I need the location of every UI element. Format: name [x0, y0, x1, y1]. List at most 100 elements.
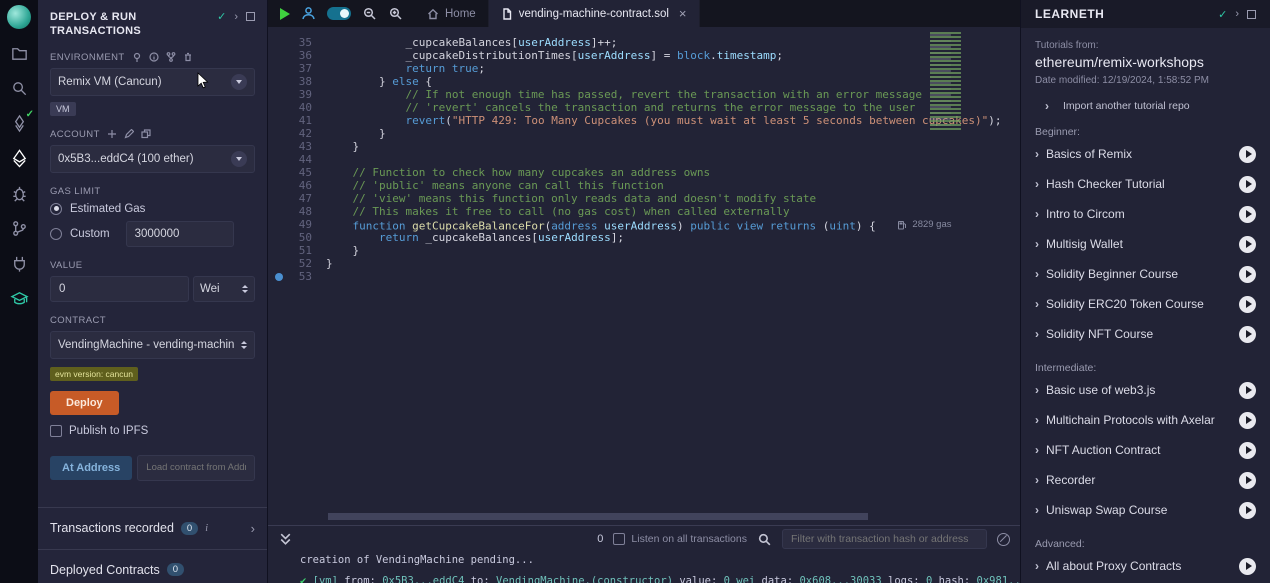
- play-tutorial-button[interactable]: [1239, 442, 1256, 459]
- tab-home[interactable]: Home: [415, 0, 489, 27]
- line-number[interactable]: 37: [268, 62, 326, 75]
- sidebar-item-source-control[interactable]: [8, 217, 30, 239]
- sidebar-item-search[interactable]: [8, 77, 30, 99]
- value-unit-select[interactable]: Wei: [193, 276, 255, 302]
- tutorial-item[interactable]: ›All about Proxy Contracts: [1035, 551, 1256, 581]
- line-number[interactable]: 41: [268, 114, 326, 127]
- play-tutorial-button[interactable]: [1239, 206, 1256, 223]
- tutorial-item[interactable]: ›Recorder: [1035, 465, 1256, 495]
- play-tutorial-button[interactable]: [1239, 558, 1256, 575]
- remix-logo-icon[interactable]: [7, 5, 31, 29]
- deployed-contracts-row[interactable]: Deployed Contracts 0: [50, 550, 255, 583]
- environment-pin-icon[interactable]: [132, 52, 142, 62]
- breakpoint-dot[interactable]: [275, 273, 283, 281]
- environment-delete-icon[interactable]: [183, 52, 193, 62]
- code-line[interactable]: 44: [268, 153, 1020, 166]
- code-line[interactable]: 47 // 'view' means this function only re…: [268, 192, 1020, 205]
- pin-panel-icon[interactable]: [246, 12, 255, 21]
- play-tutorial-button[interactable]: [1239, 326, 1256, 343]
- tutorial-item[interactable]: ›Multichain Protocols with Axelar: [1035, 405, 1256, 435]
- copy-account-icon[interactable]: [141, 129, 151, 139]
- line-number[interactable]: 50: [268, 231, 326, 244]
- sidebar-item-deploy-run[interactable]: [8, 147, 30, 169]
- code-line[interactable]: 40 // 'revert' cancels the transaction a…: [268, 101, 1020, 114]
- expand-terminal-icon[interactable]: [278, 532, 293, 547]
- code-line[interactable]: 45 // Function to check how many cupcake…: [268, 166, 1020, 179]
- code-line[interactable]: 46 // 'public' means anyone can call thi…: [268, 179, 1020, 192]
- terminal-search-icon[interactable]: [757, 532, 772, 547]
- line-number[interactable]: 46: [268, 179, 326, 192]
- line-number[interactable]: 52: [268, 257, 326, 270]
- copilot-toggle[interactable]: [327, 7, 351, 20]
- code-line[interactable]: 50 return _cupcakeBalances[userAddress];: [268, 231, 1020, 244]
- at-address-button[interactable]: At Address: [50, 456, 132, 480]
- pin-panel-icon[interactable]: [1247, 10, 1256, 19]
- zoom-in-icon[interactable]: [388, 6, 403, 21]
- code-line[interactable]: 39 // If not enough time has passed, rev…: [268, 88, 1020, 101]
- code-line[interactable]: 41 revert("HTTP 429: Too Many Cupcakes (…: [268, 114, 1020, 127]
- play-tutorial-button[interactable]: [1239, 236, 1256, 253]
- line-number[interactable]: 36: [268, 49, 326, 62]
- code-line[interactable]: 48 // This makes it free to call (no gas…: [268, 205, 1020, 218]
- zoom-out-icon[interactable]: [362, 6, 377, 21]
- code-line[interactable]: 37 return true;: [268, 62, 1020, 75]
- close-tab-icon[interactable]: ×: [679, 6, 687, 21]
- tab-vending-machine-contract[interactable]: vending-machine-contract.sol ×: [489, 0, 700, 27]
- terminal-filter-input[interactable]: [782, 529, 987, 549]
- add-account-icon[interactable]: [107, 129, 117, 139]
- line-number[interactable]: 39: [268, 88, 326, 101]
- tutorial-item[interactable]: ›Solidity NFT Course: [1035, 319, 1256, 349]
- deploy-button[interactable]: Deploy: [50, 391, 119, 415]
- sidebar-item-file-explorer[interactable]: [8, 42, 30, 64]
- environment-select[interactable]: Remix VM (Cancun): [50, 68, 255, 96]
- custom-gas-radio[interactable]: [50, 228, 62, 240]
- horizontal-scrollbar[interactable]: [328, 513, 868, 520]
- line-number[interactable]: 42: [268, 127, 326, 140]
- tutorial-item[interactable]: ›Solidity Beginner Course: [1035, 259, 1256, 289]
- code-line[interactable]: 49 function getCupcakeBalanceFor(address…: [268, 218, 1020, 231]
- sidebar-item-learneth[interactable]: [8, 287, 30, 309]
- value-input[interactable]: [50, 276, 189, 302]
- line-number[interactable]: 51: [268, 244, 326, 257]
- terminal-log-line[interactable]: ✔ [vm] from: 0x5B3...eddC4 to: VendingMa…: [300, 575, 1020, 583]
- sidebar-item-plugin-manager[interactable]: [8, 252, 30, 274]
- line-number[interactable]: 45: [268, 166, 326, 179]
- sidebar-item-debugger[interactable]: [8, 182, 30, 204]
- play-tutorial-button[interactable]: [1239, 412, 1256, 429]
- line-number[interactable]: 38: [268, 75, 326, 88]
- line-number[interactable]: 44: [268, 153, 326, 166]
- chevron-right-icon[interactable]: ›: [251, 521, 255, 536]
- panel-chevron-icon[interactable]: ›: [1235, 8, 1239, 20]
- code-line[interactable]: 38 } else {: [268, 75, 1020, 88]
- line-number[interactable]: 49: [268, 218, 326, 231]
- tutorial-item[interactable]: ›Basics of Remix: [1035, 139, 1256, 169]
- environment-fork-icon[interactable]: [166, 52, 176, 62]
- code-line[interactable]: 53: [268, 270, 1020, 283]
- tutorial-item[interactable]: ›NFT Auction Contract: [1035, 435, 1256, 465]
- tutorial-item[interactable]: ›Hash Checker Tutorial: [1035, 169, 1256, 199]
- play-tutorial-button[interactable]: [1239, 176, 1256, 193]
- sidebar-item-solidity-compiler[interactable]: ✓: [8, 112, 30, 134]
- at-address-input[interactable]: [137, 455, 255, 481]
- play-tutorial-button[interactable]: [1239, 472, 1256, 489]
- line-number[interactable]: 47: [268, 192, 326, 205]
- copilot-person-icon[interactable]: [301, 6, 316, 21]
- custom-gas-input[interactable]: [126, 221, 234, 247]
- code-editor[interactable]: 35 _cupcakeBalances[userAddress]++;36 _c…: [268, 27, 1020, 525]
- transactions-recorded-row[interactable]: Transactions recorded 0 i ›: [50, 508, 255, 549]
- clear-console-icon[interactable]: [997, 533, 1010, 546]
- play-tutorial-button[interactable]: [1239, 502, 1256, 519]
- contract-select[interactable]: VendingMachine - vending-machin: [50, 331, 255, 359]
- tutorial-item[interactable]: ›Basic use of web3.js: [1035, 375, 1256, 405]
- tutorial-item[interactable]: ›Intro to Circom: [1035, 199, 1256, 229]
- code-line[interactable]: 36 _cupcakeDistributionTimes[userAddress…: [268, 49, 1020, 62]
- code-line[interactable]: 42 }: [268, 127, 1020, 140]
- tutorial-item[interactable]: ›Uniswap Swap Course: [1035, 495, 1256, 525]
- line-number[interactable]: 48: [268, 205, 326, 218]
- listen-all-transactions-checkbox[interactable]: [613, 533, 625, 545]
- minimap[interactable]: [930, 32, 968, 130]
- play-tutorial-button[interactable]: [1239, 382, 1256, 399]
- estimated-gas-radio[interactable]: [50, 203, 62, 215]
- line-number[interactable]: 35: [268, 36, 326, 49]
- play-tutorial-button[interactable]: [1239, 146, 1256, 163]
